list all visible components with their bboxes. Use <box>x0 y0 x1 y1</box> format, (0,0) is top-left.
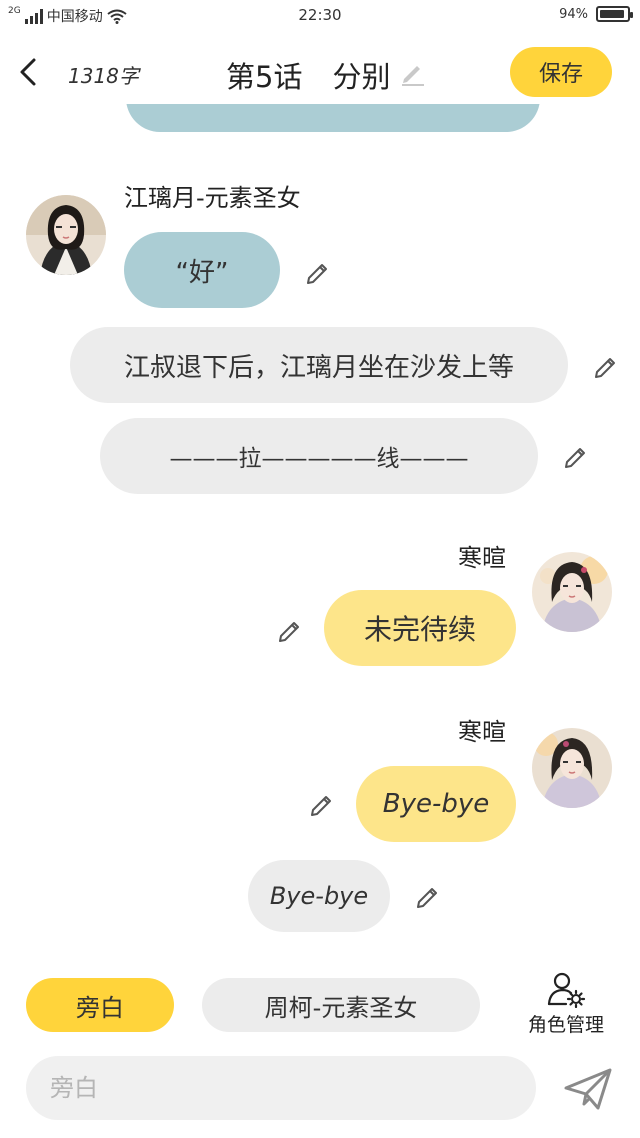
user-gear-icon <box>547 972 586 1008</box>
status-bar: 2G 中国移动 22:30 94% <box>0 0 640 32</box>
page-title[interactable]: 第5话 分别 <box>226 54 390 96</box>
message-bubble[interactable]: Bye-bye <box>356 766 516 842</box>
edit-message-pencil-icon[interactable] <box>562 442 590 470</box>
message-bubble[interactable]: “好” <box>124 232 280 308</box>
message-text: Bye-bye <box>382 789 490 819</box>
narration-bubble[interactable]: 江叔退下后，江璃月坐在沙发上等 <box>70 327 568 403</box>
role-selector-bar: 旁白 周柯-元素圣女 角色管理 <box>0 966 640 1046</box>
edit-message-pencil-icon[interactable] <box>276 616 304 644</box>
role-management-label: 角色管理 <box>527 1014 604 1036</box>
composer <box>0 1046 640 1138</box>
speaker-name: 寒暄 <box>458 544 506 572</box>
back-arrow-icon[interactable] <box>14 54 44 90</box>
status-right: 94% <box>559 6 633 22</box>
edit-title-pencil-icon[interactable] <box>398 58 426 86</box>
narration-bubble[interactable]: Bye-bye <box>248 860 390 932</box>
speaker-name: 江璃月-元素圣女 <box>124 184 301 212</box>
speaker-name: 寒暄 <box>458 718 506 746</box>
message-input[interactable] <box>26 1056 536 1120</box>
role-chip-character[interactable]: 周柯-元素圣女 <box>202 978 480 1032</box>
avatar[interactable] <box>26 195 106 275</box>
episode-number: 第5话 <box>226 60 303 94</box>
avatar[interactable] <box>532 552 612 632</box>
chat-area[interactable]: 江璃月-元素圣女 “好” 江叔退下后，江璃月坐在沙发上等 ———拉—————线—… <box>0 104 640 966</box>
narration-bubble[interactable]: ———拉—————线——— <box>100 418 538 494</box>
battery-icon <box>596 6 633 22</box>
edit-message-pencil-icon[interactable] <box>304 258 332 286</box>
top-nav: 1318字 第5话 分别 保存 <box>0 40 640 104</box>
chat-editor-screen: 2G 中国移动 22:30 94% 1318字 第5话 分别 保存 江璃月-元素… <box>0 0 640 1138</box>
edit-message-pencil-icon[interactable] <box>414 882 442 910</box>
role-management-button[interactable]: 角色管理 <box>516 970 616 1040</box>
edit-message-pencil-icon[interactable] <box>308 790 336 818</box>
word-count: 1318字 <box>68 64 139 88</box>
clock: 22:30 <box>298 6 342 24</box>
message-text: Bye-bye <box>269 882 369 910</box>
role-chip-narrator[interactable]: 旁白 <box>26 978 174 1032</box>
partial-message-bubble[interactable] <box>126 104 540 132</box>
send-icon[interactable] <box>560 1064 616 1114</box>
avatar[interactable] <box>532 728 612 808</box>
battery-percent: 94% <box>559 6 588 22</box>
battery-fill <box>600 10 625 18</box>
episode-title: 分别 <box>332 60 391 94</box>
edit-message-pencil-icon[interactable] <box>592 352 620 380</box>
message-bubble[interactable]: 未完待续 <box>324 590 516 666</box>
save-button[interactable]: 保存 <box>510 47 612 97</box>
